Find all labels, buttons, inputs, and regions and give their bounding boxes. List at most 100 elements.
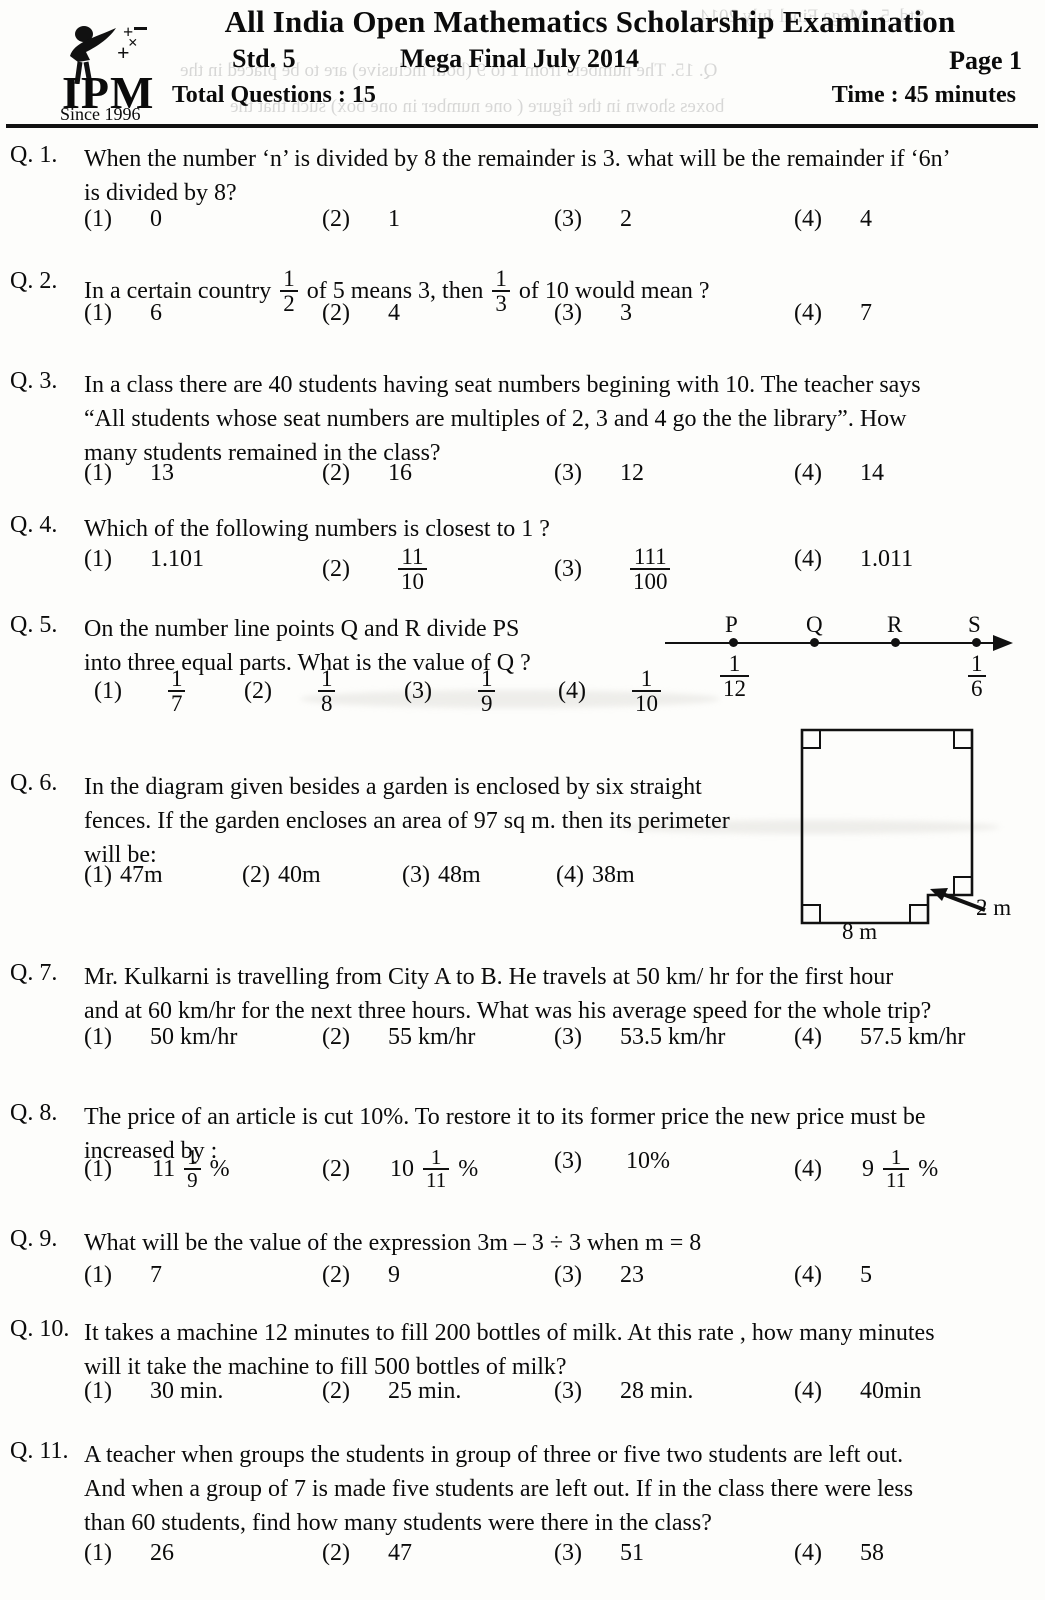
option-1[interactable]: (1) 0 <box>84 206 162 233</box>
option-2[interactable]: (2) 1 <box>322 206 400 233</box>
option-4[interactable]: (4) 58 <box>794 1540 884 1567</box>
option-2[interactable]: (2) 4 <box>322 300 400 327</box>
question-text: What will be the value of the expression… <box>84 1226 1034 1260</box>
question-line: Which of the following numbers is closes… <box>84 516 550 542</box>
fraction-1-9: 1 9 <box>184 1146 201 1192</box>
exam-subtitle-row: Std. 5 Mega Final July 2014 Page 1 <box>150 44 1030 78</box>
option-4[interactable]: (4) 14 <box>794 460 884 487</box>
bottom-dimension-label: 8 m <box>842 919 878 944</box>
question-line: “All students whose seat numbers are mul… <box>84 406 907 432</box>
question-number: Q. 9. <box>10 1226 58 1252</box>
option-2[interactable]: (2) 25 min. <box>322 1378 461 1405</box>
question-number: Q. 1. <box>10 142 58 168</box>
option-4[interactable]: (4) 38m <box>556 862 635 889</box>
question-line: Mr. Kulkarni is travelling from City A t… <box>84 964 894 990</box>
question-number: Q. 8. <box>10 1100 58 1126</box>
option-2[interactable]: (2) 10 1 11 % <box>322 1146 478 1193</box>
time-allowed-label: Time : 45 minutes <box>831 82 1016 108</box>
option-2[interactable]: (2) 55 km/hr <box>322 1024 475 1051</box>
question-number: Q. 7. <box>10 960 58 986</box>
question-line: The price of an article is cut 10%. To r… <box>84 1104 926 1130</box>
option-4[interactable]: (4) 9 1 11 % <box>794 1146 938 1193</box>
question-line: It takes a machine 12 minutes to fill 20… <box>84 1320 935 1346</box>
option-1[interactable]: (1) 1.101 <box>84 546 204 573</box>
question-number: Q. 2. <box>10 268 58 294</box>
question-4-options: (1) 1.101 (2) 11 10 (3) 111 100 (4) 1.011 <box>84 545 1044 602</box>
option-3[interactable]: (3) 48m <box>402 862 481 889</box>
question-line: and at 60 km/hr for the next three hours… <box>84 998 932 1024</box>
option-1[interactable]: (1) 6 <box>84 300 162 327</box>
total-questions-label: Total Questions : 15 <box>172 82 376 108</box>
option-2[interactable]: (2) 1 8 <box>244 667 338 717</box>
question-line: A teacher when groups the students in gr… <box>84 1442 904 1468</box>
question-text: Mr. Kulkarni is travelling from City A t… <box>84 960 1034 1028</box>
option-4[interactable]: (4) 5 <box>794 1262 872 1289</box>
option-3[interactable]: (3) 12 <box>554 460 644 487</box>
question-3-options: (1) 13 (2) 16 (3) 12 (4) 14 <box>84 460 1044 500</box>
option-2[interactable]: (2) 11 10 <box>322 545 430 595</box>
option-1[interactable]: (1) 50 km/hr <box>84 1024 237 1051</box>
option-1[interactable]: (1) 7 <box>84 1262 162 1289</box>
option-3[interactable]: (3) 51 <box>554 1540 644 1567</box>
option-3[interactable]: (3) 53.5 km/hr <box>554 1024 725 1051</box>
logo-since-label: Since 1996 <box>60 104 141 124</box>
question-1-options: (1) 0 (2) 1 (3) 2 (4) 4 <box>84 206 1044 246</box>
point-Q-label: Q <box>806 612 823 637</box>
option-3[interactable]: (3) 1 9 <box>404 667 498 717</box>
exam-name-label: Mega Final July 2014 <box>400 44 640 73</box>
question-line: In the diagram given besides a garden is… <box>84 774 702 800</box>
fraction-1-7: 1 7 <box>167 667 186 716</box>
question-line: And when a group of 7 is made five stude… <box>84 1476 914 1502</box>
option-1[interactable]: (1) 26 <box>84 1540 174 1567</box>
option-1[interactable]: (1) 13 <box>84 460 174 487</box>
option-3[interactable]: (3) 3 <box>554 300 632 327</box>
option-2[interactable]: (2) 9 <box>322 1262 400 1289</box>
option-1[interactable]: (1) 1 7 <box>94 667 188 717</box>
question-8-options: (1) 11 1 9 % (2) 10 1 11 % (3) 10% (4) 9… <box>84 1146 1044 1206</box>
fraction-111-100: 111 100 <box>629 545 671 594</box>
standard-label: Std. 5 <box>232 44 296 73</box>
fraction-1-10: 1 10 <box>631 667 661 716</box>
option-2[interactable]: (2) 47 <box>322 1540 412 1567</box>
option-1[interactable]: (1) 11 1 9 % <box>84 1146 230 1193</box>
option-3[interactable]: (3) 111 100 <box>554 545 673 595</box>
question-10-options: (1) 30 min. (2) 25 min. (3) 28 min. (4) 40mi… <box>84 1378 1044 1418</box>
question-line: When the number ‘n’ is divided by 8 the … <box>84 146 951 172</box>
exam-page: Std. 5 Mega Final July 2014 Q. 15. The n… <box>0 0 1045 1600</box>
option-1[interactable]: (1) 30 min. <box>84 1378 223 1405</box>
question-text: A teacher when groups the students in gr… <box>84 1438 1034 1540</box>
option-3[interactable]: (3) 28 min. <box>554 1378 693 1405</box>
option-4[interactable]: (4) 40min <box>794 1378 921 1405</box>
garden-diagram: 2 m 8 m <box>780 705 1045 950</box>
question-line: than 60 students, find how many students… <box>84 1510 712 1536</box>
option-4[interactable]: (4) 57.5 km/hr <box>794 1024 965 1051</box>
option-4[interactable]: (4) 1.011 <box>794 546 913 573</box>
point-S-dot <box>972 638 981 647</box>
exam-meta-row: Total Questions : 15 Time : 45 minutes <box>150 82 1030 114</box>
question-number: Q. 11. <box>10 1438 69 1464</box>
question-9-options: (1) 7 (2) 9 (3) 23 (4) 5 <box>84 1262 1044 1302</box>
option-3[interactable]: (3) 23 <box>554 1262 644 1289</box>
option-3[interactable]: (3) 10% <box>554 1148 670 1175</box>
option-3[interactable]: (3) 2 <box>554 206 632 233</box>
option-2[interactable]: (2) 16 <box>322 460 412 487</box>
option-4[interactable]: (4) 7 <box>794 300 872 327</box>
number-line-axis <box>665 642 995 644</box>
question-text: In the diagram given besides a garden is… <box>84 770 804 872</box>
point-P-label: P <box>725 612 738 637</box>
point-S-label: S <box>968 612 981 637</box>
option-1[interactable]: (1) 47m <box>84 862 163 889</box>
number-line-arrow-icon <box>993 635 1013 651</box>
fraction-1-8: 1 8 <box>317 667 336 716</box>
question-number: Q. 4. <box>10 512 58 538</box>
option-2[interactable]: (2) 40m <box>242 862 321 889</box>
fraction-1-11: 1 11 <box>882 1146 910 1192</box>
question-line: is divided by 8? <box>84 180 237 206</box>
page-number-label: Page 1 <box>949 46 1022 75</box>
option-4[interactable]: (4) 1 10 <box>558 667 664 717</box>
question-number: Q. 3. <box>10 368 58 394</box>
point-R-label: R <box>887 612 903 637</box>
option-4[interactable]: (4) 4 <box>794 206 872 233</box>
fraction-11-10: 11 10 <box>397 545 427 594</box>
question-7-options: (1) 50 km/hr (2) 55 km/hr (3) 53.5 km/hr (4… <box>84 1024 1044 1064</box>
